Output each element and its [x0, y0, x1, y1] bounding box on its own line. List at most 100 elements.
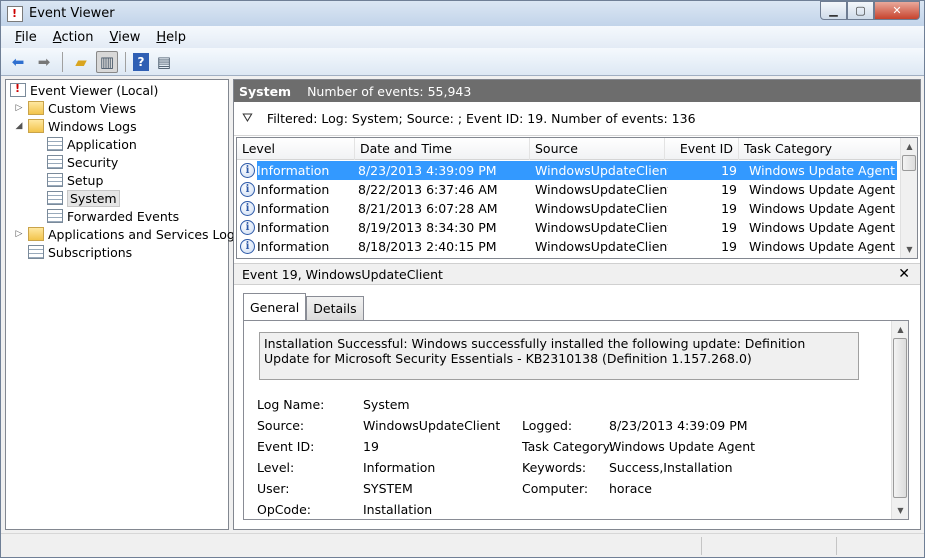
table-row[interactable]: i Information 8/22/2013 6:37:46 AM Windo… [237, 180, 901, 199]
cell-date: 8/23/2013 4:39:09 PM [358, 163, 497, 178]
cell-source: WindowsUpdateClient [535, 201, 668, 216]
cell-level: Information [257, 182, 330, 197]
log-icon [47, 209, 63, 223]
pane-header: System Number of events: 55,943 [234, 80, 920, 102]
cell-level: Information [257, 201, 330, 216]
tree-item-windows-logs[interactable]: ◢ Windows Logs [14, 117, 137, 135]
close-preview-icon[interactable]: ✕ [898, 266, 910, 282]
title-bar: Event Viewer ▁ ▢ ✕ [1, 1, 924, 26]
column-header-level[interactable]: Level [237, 138, 355, 160]
toolbar: ⬅ ➡ ▰ ▥ ? ▤ [1, 48, 924, 76]
show-hide-console-tree-icon[interactable]: ▥ [96, 50, 118, 73]
results-pane: System Number of events: 55,943 ⛛ Filter… [233, 79, 921, 530]
event-description[interactable]: Installation Successful: Windows success… [259, 332, 859, 380]
value-user[interactable]: SYSTEM [363, 481, 413, 496]
cell-task-category: Windows Update Agent [749, 201, 896, 216]
column-header-date-time[interactable]: Date and Time [355, 138, 530, 160]
tree-item-system[interactable]: System [47, 189, 120, 207]
menu-view[interactable]: View [102, 30, 149, 45]
folder-icon [28, 119, 44, 133]
table-row[interactable]: i Information 8/21/2013 6:07:28 AM Windo… [237, 199, 901, 218]
up-folder-icon[interactable]: ▰ [70, 51, 92, 73]
value-keywords[interactable]: Success,Installation [609, 460, 733, 475]
filter-icon: ⛛ [242, 111, 253, 126]
scroll-down-arrow-icon[interactable]: ▼ [901, 241, 917, 258]
table-row[interactable]: i Information 8/18/2013 2:40:15 PM Windo… [237, 237, 901, 256]
detail-tabs: General Details [243, 293, 364, 320]
value-level[interactable]: Information [363, 460, 435, 475]
table-row[interactable]: i Information 8/19/2013 8:34:30 PM Windo… [237, 218, 901, 237]
caption-buttons: ▁ ▢ ✕ [820, 1, 920, 20]
value-computer[interactable]: horace [609, 481, 652, 496]
event-detail-header: Event 19, WindowsUpdateClient ✕ [234, 263, 920, 285]
collapse-arrow-icon[interactable]: ◢ [14, 121, 24, 131]
tree-item-application[interactable]: Application [47, 135, 137, 153]
tab-details[interactable]: Details [306, 296, 364, 320]
information-icon: i [240, 239, 255, 254]
label-source: Source: [257, 418, 305, 433]
maximize-button[interactable]: ▢ [847, 1, 874, 20]
console-tree: Event Viewer (Local) ▷ Custom Views ◢ Wi… [5, 79, 241, 530]
column-header-source[interactable]: Source [530, 138, 665, 160]
menu-action[interactable]: Action [45, 30, 102, 45]
detail-scrollbar[interactable]: ▲ ▼ [891, 321, 908, 519]
cell-date: 8/19/2013 8:34:30 PM [358, 220, 497, 235]
cell-event-id: 19 [721, 163, 737, 178]
log-icon [47, 155, 63, 169]
table-row[interactable]: i Information 8/23/2013 4:39:09 PM Windo… [237, 161, 901, 180]
event-viewer-app-icon [7, 5, 23, 22]
cell-date: 8/21/2013 6:07:28 AM [358, 201, 498, 216]
event-detail-title: Event 19, WindowsUpdateClient [242, 266, 443, 282]
menu-help[interactable]: Help [148, 30, 194, 45]
status-bar-divider [701, 537, 702, 555]
events-table-scrollbar[interactable]: ▲ ▼ [900, 138, 917, 258]
scrollbar-thumb[interactable] [902, 155, 916, 171]
general-tab-panel: Installation Successful: Windows success… [243, 320, 909, 520]
tree-item-security[interactable]: Security [47, 153, 118, 171]
scroll-down-arrow-icon[interactable]: ▼ [892, 502, 909, 519]
scroll-up-arrow-icon[interactable]: ▲ [901, 138, 917, 155]
log-icon [47, 173, 63, 187]
tree-item-forwarded-events[interactable]: Forwarded Events [47, 207, 179, 225]
action-pane-icon[interactable]: ▤ [153, 51, 175, 73]
label-log-name: Log Name: [257, 397, 325, 412]
cell-event-id: 19 [721, 201, 737, 216]
scrollbar-thumb[interactable] [893, 338, 907, 498]
cell-level: Information [257, 239, 330, 254]
column-header-event-id[interactable]: Event ID [665, 138, 739, 160]
expand-arrow-icon[interactable]: ▷ [14, 103, 24, 113]
value-task-category[interactable]: Windows Update Agent [609, 439, 755, 454]
value-source[interactable]: WindowsUpdateClient [363, 418, 500, 433]
tree-item-applications-and-services-logs[interactable]: ▷ Applications and Services Logs [14, 225, 242, 243]
menu-file[interactable]: File [7, 30, 45, 45]
tree-item-event-viewer-local[interactable]: Event Viewer (Local) [10, 81, 158, 99]
scroll-up-arrow-icon[interactable]: ▲ [892, 321, 909, 338]
status-bar-divider [836, 537, 837, 555]
cell-task-category: Windows Update Agent [749, 163, 896, 178]
tree-item-custom-views[interactable]: ▷ Custom Views [14, 99, 137, 117]
cell-task-category: Windows Update Agent [749, 182, 896, 197]
label-opcode: OpCode: [257, 502, 311, 517]
value-event-id[interactable]: 19 [363, 439, 379, 454]
event-viewer-icon [10, 82, 26, 97]
help-icon[interactable]: ? [133, 52, 149, 71]
column-header-task-category[interactable]: Task Category [739, 138, 901, 160]
minimize-button[interactable]: ▁ [820, 1, 847, 20]
tab-general[interactable]: General [243, 293, 307, 320]
back-arrow-icon[interactable]: ⬅ [7, 51, 29, 73]
tree-item-setup[interactable]: Setup [47, 171, 103, 189]
toolbar-separator [62, 51, 63, 72]
filter-bar: ⛛ Filtered: Log: System; Source: ; Event… [234, 102, 920, 136]
window-title: Event Viewer [29, 6, 115, 21]
log-icon [47, 137, 63, 151]
expand-arrow-icon[interactable]: ▷ [14, 229, 24, 239]
tree-item-subscriptions[interactable]: Subscriptions [28, 243, 132, 261]
value-opcode[interactable]: Installation [363, 502, 432, 517]
cell-task-category: Windows Update Agent [749, 239, 896, 254]
cell-source: WindowsUpdateClient [535, 163, 668, 178]
cell-source: WindowsUpdateClient [535, 220, 668, 235]
value-logged[interactable]: 8/23/2013 4:39:09 PM [609, 418, 748, 433]
forward-arrow-icon[interactable]: ➡ [33, 51, 55, 73]
value-log-name[interactable]: System [363, 397, 410, 412]
close-button[interactable]: ✕ [874, 1, 920, 20]
